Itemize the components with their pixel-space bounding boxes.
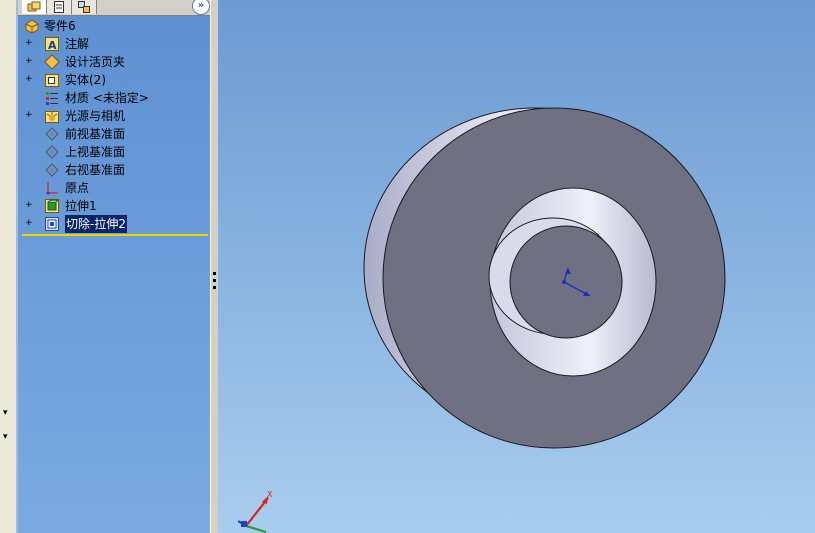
- configuration-manager-tab[interactable]: [72, 0, 97, 14]
- tree-item[interactable]: + 实体(2): [18, 71, 212, 89]
- solid-bodies-icon: [44, 72, 60, 88]
- tree-item-label: 零件6: [44, 19, 76, 33]
- material-icon: [44, 90, 60, 106]
- plane-icon: [44, 126, 60, 142]
- tree-item-label: 前视基准面: [65, 127, 126, 141]
- expand-panel-button[interactable]: »: [192, 0, 210, 15]
- svg-text:A: A: [48, 39, 57, 52]
- expand-plus-icon[interactable]: +: [25, 219, 33, 228]
- tree-item-label: 设计活页夹: [65, 55, 126, 69]
- plane-icon: [44, 144, 60, 160]
- tree-item-label: 光源与相机: [65, 109, 126, 123]
- expand-plus-icon[interactable]: +: [25, 57, 33, 66]
- origin-icon: [44, 180, 60, 196]
- expand-plus-icon[interactable]: +: [25, 201, 33, 210]
- tree-item-label: 拉伸1: [65, 199, 97, 213]
- feature-manager-tab[interactable]: [22, 0, 47, 14]
- tree-item[interactable]: + 设计活页夹: [18, 53, 212, 71]
- tree-item[interactable]: + 切除-拉伸2: [18, 215, 212, 233]
- tree-item[interactable]: + 拉伸1: [18, 197, 212, 215]
- axis-triad-icon: X: [238, 490, 273, 533]
- tree-item[interactable]: + A 注解: [18, 35, 212, 53]
- tree-item-label: 注解: [65, 37, 90, 51]
- tree-item[interactable]: 材质 <未指定>: [18, 89, 212, 107]
- tree-item-label: 右视基准面: [65, 163, 126, 177]
- tree-item[interactable]: + 光源与相机: [18, 107, 212, 125]
- tree-item-label: 实体(2): [65, 73, 106, 87]
- tree-item-label: 材质 <未指定>: [65, 91, 149, 105]
- part-icon: [24, 18, 40, 34]
- left-toolbar-strip: ▾ ▾: [0, 0, 17, 533]
- dropdown-arrow-icon[interactable]: ▾: [3, 408, 8, 418]
- feature-manager-icon: [27, 1, 41, 12]
- extrude-icon: [44, 198, 60, 214]
- feature-tree: 零件6 + A 注解 + 设计活页夹 + 实体(2) 材质 <未指定> + 光源与相机 前…: [18, 17, 212, 233]
- tree-item-label: 上视基准面: [65, 145, 126, 159]
- tree-item-label: 切除-拉伸2: [65, 215, 127, 233]
- property-manager-icon: [54, 1, 64, 13]
- part-model: [363, 107, 726, 449]
- property-manager-tab[interactable]: [47, 0, 72, 14]
- design-binder-icon: [44, 54, 60, 70]
- rollback-bar[interactable]: [22, 234, 208, 236]
- tree-item[interactable]: 前视基准面: [18, 125, 212, 143]
- tree-item-root[interactable]: 零件6: [18, 17, 212, 35]
- feature-manager-panel: » 零件6 + A 注解 + 设计活页夹 + 实体(2) 材质 <未指定> + 光源与相机…: [16, 0, 213, 533]
- plane-icon: [44, 162, 60, 178]
- triad-x-label: X: [267, 490, 273, 499]
- tree-item-label: 原点: [65, 181, 90, 195]
- dropdown-arrow-icon[interactable]: ▾: [3, 432, 8, 442]
- expand-plus-icon[interactable]: +: [25, 39, 33, 48]
- lights-camera-icon: [44, 108, 60, 124]
- tree-item[interactable]: 右视基准面: [18, 161, 212, 179]
- cut-extrude-icon: [44, 216, 60, 232]
- expand-plus-icon[interactable]: +: [25, 111, 33, 120]
- annotations-icon: A: [44, 36, 60, 52]
- graphics-viewport[interactable]: X: [218, 0, 815, 533]
- feature-manager-tabs: »: [18, 0, 212, 16]
- expand-plus-icon[interactable]: +: [25, 75, 33, 84]
- tree-item[interactable]: 上视基准面: [18, 143, 212, 161]
- tree-item[interactable]: 原点: [18, 179, 212, 197]
- configuration-manager-icon: [78, 1, 90, 13]
